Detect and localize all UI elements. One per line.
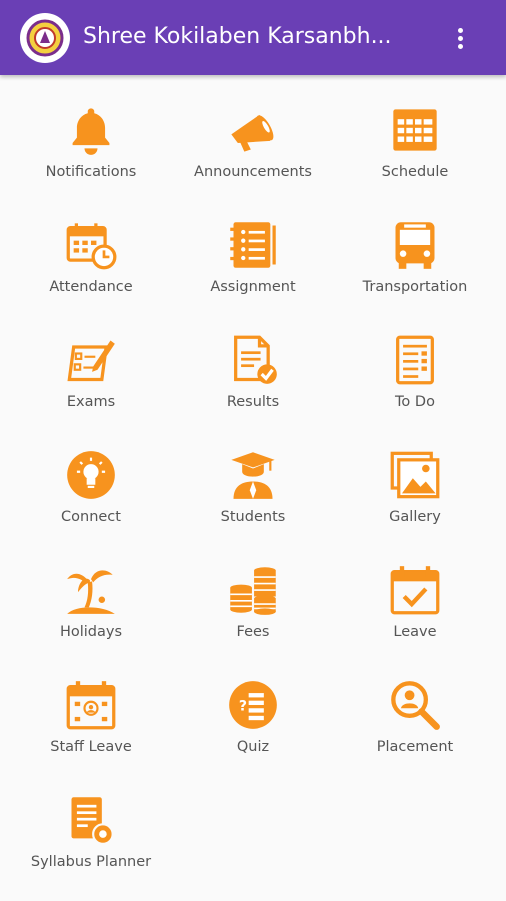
calendar-check-icon bbox=[390, 566, 440, 615]
tile-exams[interactable]: Exams bbox=[10, 326, 172, 441]
tile-label: Transportation bbox=[362, 279, 468, 295]
school-logo bbox=[20, 13, 70, 63]
tile-fees[interactable]: Fees bbox=[172, 556, 334, 671]
gallery-icon bbox=[390, 451, 440, 499]
notebook-list-icon bbox=[230, 222, 276, 268]
tile-label: Schedule bbox=[381, 164, 449, 180]
tile-label: Exams bbox=[66, 394, 116, 410]
lightbulb-icon bbox=[67, 451, 115, 499]
tile-label: Connect bbox=[61, 509, 121, 525]
quiz-icon: ? bbox=[229, 681, 277, 729]
tile-label: Announcements bbox=[194, 164, 312, 180]
tile-label: Attendance bbox=[49, 279, 133, 295]
tile-placement[interactable]: Placement bbox=[334, 671, 496, 786]
tile-results[interactable]: Results bbox=[172, 326, 334, 441]
bell-icon bbox=[72, 108, 110, 155]
tile-label: Leave bbox=[393, 624, 437, 640]
todo-list-icon bbox=[396, 335, 434, 385]
calendar-clock-icon bbox=[66, 223, 117, 270]
more-vert-icon[interactable] bbox=[446, 22, 474, 54]
coins-icon bbox=[230, 567, 276, 615]
tile-to-do[interactable]: To Do bbox=[334, 326, 496, 441]
megaphone-icon bbox=[231, 114, 274, 152]
document-check-icon bbox=[234, 335, 277, 384]
tile-notifications[interactable]: Notifications bbox=[10, 96, 172, 211]
tile-label: Quiz bbox=[236, 739, 270, 755]
document-gear-icon bbox=[71, 797, 114, 845]
tile-label: Fees bbox=[236, 624, 270, 640]
tile-label: Notifications bbox=[45, 164, 137, 180]
tile-label: Students bbox=[220, 509, 286, 525]
tile-connect[interactable]: Connect bbox=[10, 441, 172, 556]
tile-label: Gallery bbox=[389, 509, 441, 525]
calendar-grid-icon bbox=[393, 109, 437, 151]
tile-label: Assignment bbox=[210, 279, 296, 295]
tile-label: Results bbox=[226, 394, 280, 410]
tile-attendance[interactable]: Attendance bbox=[10, 211, 172, 326]
tile-students[interactable]: Students bbox=[172, 441, 334, 556]
app-bar: Shree Kokilaben Karsanbh... bbox=[0, 0, 506, 75]
tile-announcements[interactable]: Announcements bbox=[172, 96, 334, 211]
tile-label: Syllabus Planner bbox=[30, 854, 152, 870]
graduate-icon bbox=[231, 452, 275, 499]
exam-sheet-icon bbox=[67, 340, 115, 382]
tile-transportation[interactable]: Transportation bbox=[334, 211, 496, 326]
search-person-icon bbox=[391, 681, 440, 730]
tile-quiz[interactable]: ? Quiz bbox=[172, 671, 334, 786]
tile-label: Placement bbox=[376, 739, 454, 755]
tile-label: To Do bbox=[395, 394, 435, 410]
tile-assignment[interactable]: Assignment bbox=[172, 211, 334, 326]
tile-staff-leave[interactable]: Staff Leave bbox=[10, 671, 172, 786]
tile-holidays[interactable]: Holidays bbox=[10, 556, 172, 671]
tile-label: Staff Leave bbox=[50, 739, 132, 755]
app-title: Shree Kokilaben Karsanbh... bbox=[83, 24, 392, 49]
svg-text:?: ? bbox=[239, 698, 247, 714]
palm-tree-icon bbox=[67, 570, 115, 614]
tile-syllabus-planner[interactable]: Syllabus Planner bbox=[10, 786, 172, 901]
calendar-people-icon bbox=[66, 681, 116, 730]
bus-icon bbox=[395, 222, 435, 269]
tile-schedule[interactable]: Schedule bbox=[334, 96, 496, 211]
module-grid: Notifications Announcements Schedule Att… bbox=[10, 96, 496, 901]
tile-label: Holidays bbox=[59, 624, 123, 640]
tile-gallery[interactable]: Gallery bbox=[334, 441, 496, 556]
tile-leave[interactable]: Leave bbox=[334, 556, 496, 671]
